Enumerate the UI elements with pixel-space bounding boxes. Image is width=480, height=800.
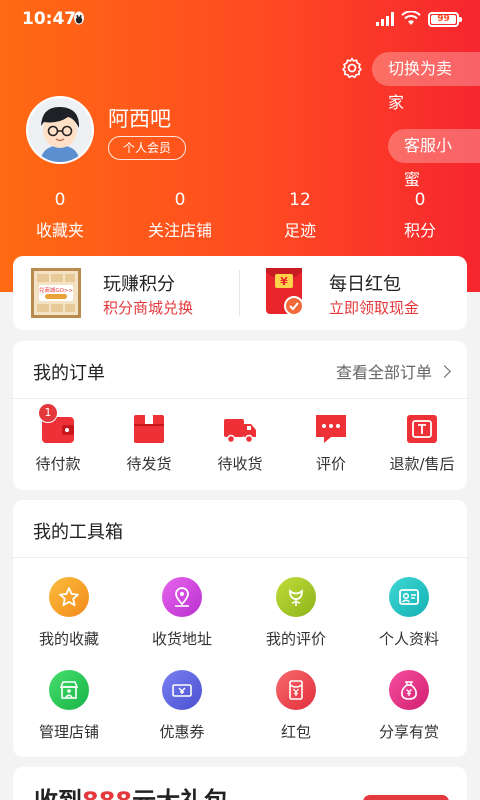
- switch-to-seller-button[interactable]: 切换为卖家: [372, 52, 480, 112]
- stat-favorites[interactable]: 0 收藏夹: [0, 190, 120, 241]
- stat-points[interactable]: 0 积分: [360, 190, 480, 241]
- order-label: 评价: [315, 455, 346, 473]
- location-icon: [162, 577, 202, 617]
- gift-claim-button[interactable]: [363, 795, 449, 800]
- money-bag-icon: [389, 670, 429, 710]
- qq-icon: [74, 11, 84, 25]
- status-bar: 10:47 99: [0, 0, 480, 38]
- coupon-icon: [162, 670, 202, 710]
- avatar[interactable]: [26, 96, 94, 164]
- order-review[interactable]: 评价: [286, 411, 376, 474]
- tool-my-reviews[interactable]: 我的评价: [240, 577, 352, 649]
- tool-red-envelope[interactable]: 红包: [240, 670, 352, 742]
- status-time: 10:47: [22, 9, 77, 29]
- pending-payment-badge: 1: [38, 403, 58, 423]
- view-all-orders-link[interactable]: 查看全部订单: [335, 359, 451, 383]
- divider: [13, 398, 467, 399]
- username: 阿西吧: [108, 107, 171, 131]
- toolbox-card: 我的工具箱 我的收藏 收货地址 我的评价 个人资料 管理店铺 优惠券 红包 分享…: [13, 500, 467, 757]
- stat-label: 积分: [403, 221, 436, 240]
- promo-card: 兑商城GO>> 玩赚积分 积分商城兑换 ¥ 每日红包 立即领取现金: [13, 256, 467, 330]
- tool-label: 红包: [280, 723, 311, 741]
- flower-icon: [276, 577, 316, 617]
- cartoon-boy-avatar-icon: [28, 98, 92, 162]
- gift-banner-card[interactable]: 收到888元大礼包: [13, 767, 467, 800]
- divider: [13, 557, 467, 558]
- signal-icon: [376, 12, 394, 26]
- tool-label: 分享有赏: [378, 723, 439, 741]
- order-pending-receipt[interactable]: 待收货: [195, 411, 285, 474]
- points-promo[interactable]: 兑商城GO>> 玩赚积分 积分商城兑换: [13, 256, 239, 330]
- order-label: 退款/售后: [389, 455, 455, 473]
- tool-profile[interactable]: 个人资料: [353, 577, 465, 649]
- tool-label: 我的评价: [265, 630, 326, 648]
- stat-value: 12: [289, 190, 311, 210]
- gift-banner-text: 收到888元大礼包: [34, 781, 228, 800]
- wifi-icon: [401, 11, 421, 25]
- stat-label: 足迹: [283, 221, 316, 240]
- battery-level: 99: [431, 15, 456, 24]
- orders-card: 我的订单 查看全部订单 1 待付款 待发货 待收货 评价 退款/售后: [13, 341, 467, 490]
- redpacket-symbol: ¥: [280, 275, 288, 288]
- stat-footprints[interactable]: 12 足迹: [240, 190, 360, 241]
- order-label: 待付款: [35, 455, 81, 473]
- star-icon: [49, 577, 89, 617]
- gift-banner-amount: 888: [82, 787, 132, 800]
- store-icon: [49, 670, 89, 710]
- tool-manage-store[interactable]: 管理店铺: [13, 670, 125, 742]
- tool-coupons[interactable]: 优惠券: [126, 670, 238, 742]
- tool-favorites[interactable]: 我的收藏: [13, 577, 125, 649]
- order-pending-payment[interactable]: 1 待付款: [13, 403, 103, 474]
- refund-icon: [407, 415, 437, 443]
- toolbox-title: 我的工具箱: [33, 522, 123, 543]
- view-all-orders-label: 查看全部订单: [335, 363, 432, 382]
- red-envelope-icon: [276, 670, 316, 710]
- points-thumb-text: 兑商城GO>>: [39, 286, 74, 294]
- redpacket-title: 每日红包: [329, 274, 401, 295]
- tool-label: 我的收藏: [38, 630, 99, 648]
- battery-icon: 99: [428, 12, 462, 27]
- chevron-right-icon: [438, 365, 451, 378]
- tool-label: 收货地址: [151, 630, 212, 648]
- redpacket-subtitle: 立即领取现金: [329, 299, 420, 317]
- stat-value: 0: [174, 190, 186, 210]
- order-label: 待发货: [126, 455, 172, 473]
- order-refund[interactable]: 退款/售后: [377, 411, 467, 474]
- customer-service-button[interactable]: 客服小蜜: [388, 129, 480, 189]
- tool-label: 优惠券: [159, 723, 205, 741]
- order-pending-shipment[interactable]: 待发货: [104, 411, 194, 474]
- gift-banner-suffix: 元大礼包: [132, 787, 228, 800]
- truck-icon: [224, 419, 256, 444]
- tool-address[interactable]: 收货地址: [126, 577, 238, 649]
- tool-label: 管理店铺: [38, 723, 99, 741]
- stat-value: 0: [414, 190, 426, 210]
- member-badge[interactable]: 个人会员: [108, 136, 187, 160]
- points-subtitle: 积分商城兑换: [103, 299, 194, 317]
- stat-label: 收藏夹: [35, 221, 84, 240]
- gear-icon[interactable]: [340, 56, 364, 80]
- stat-followed-shops[interactable]: 0 关注店铺: [120, 190, 240, 241]
- stat-value: 0: [54, 190, 66, 210]
- points-mall-icon: 兑商城GO>>: [31, 268, 81, 318]
- package-icon: [134, 415, 164, 443]
- tool-label: 个人资料: [378, 630, 439, 648]
- stats-row: 0 收藏夹 0 关注店铺 12 足迹 0 积分: [0, 190, 480, 244]
- orders-title: 我的订单: [33, 363, 105, 384]
- points-title: 玩赚积分: [103, 274, 175, 295]
- redpacket-promo[interactable]: ¥ 每日红包 立即领取现金: [240, 256, 467, 330]
- profile-card-icon: [389, 577, 429, 617]
- tool-share-reward[interactable]: 分享有赏: [353, 670, 465, 742]
- stat-label: 关注店铺: [147, 221, 212, 240]
- red-packet-icon: ¥: [266, 268, 304, 316]
- gift-banner-prefix: 收到: [34, 787, 82, 800]
- comment-icon: [316, 415, 346, 443]
- order-label: 待收货: [217, 455, 263, 473]
